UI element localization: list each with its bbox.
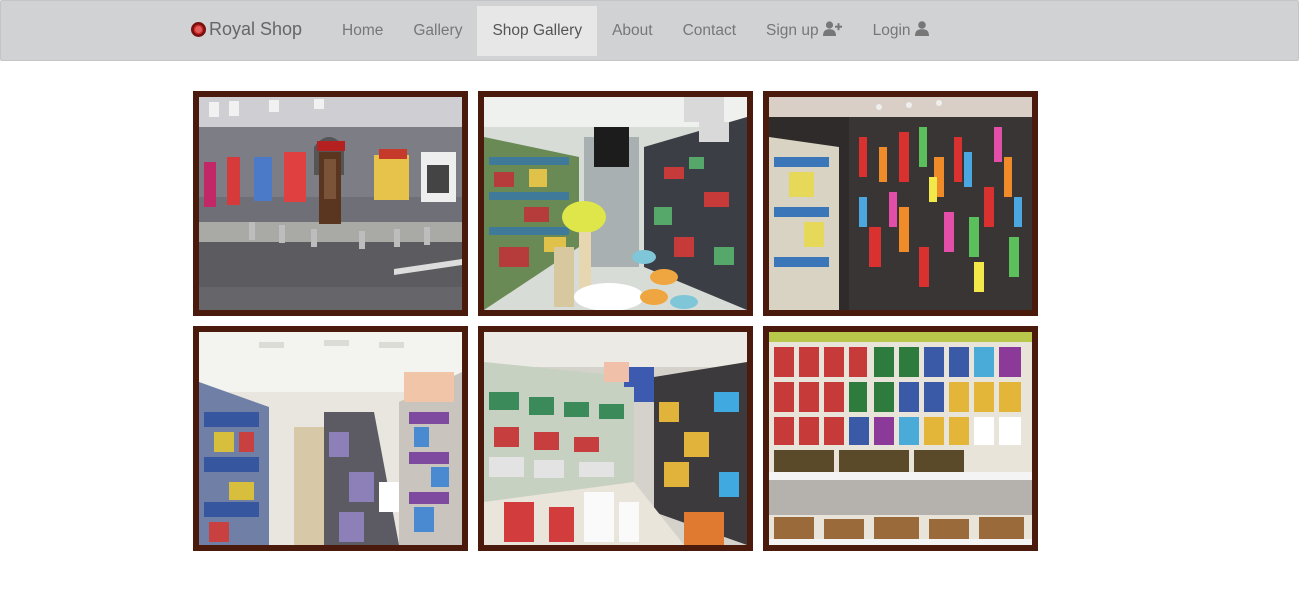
nav-item-contact[interactable]: Contact: [668, 6, 751, 56]
nav-menu: Home Gallery Shop Gallery About Contact …: [327, 6, 944, 56]
user-plus-icon: [822, 21, 843, 41]
nav-item-label: Gallery: [413, 22, 463, 39]
nav-item-login[interactable]: Login: [858, 6, 944, 56]
pet-toys-wall-image: [769, 97, 1032, 310]
nav-item-gallery[interactable]: Gallery: [398, 6, 477, 56]
nav-item-label: Shop Gallery: [492, 22, 583, 39]
gallery-photo-pet-toys-wall[interactable]: [763, 91, 1038, 316]
nav-item-label: About: [612, 22, 653, 39]
gallery-photo-shop-aisle-food[interactable]: [193, 326, 468, 551]
user-icon: [914, 21, 929, 41]
brand-name: Royal Shop: [209, 19, 303, 39]
nav-item-home[interactable]: Home: [327, 6, 398, 56]
brand-logo-icon: [191, 22, 206, 37]
navbar: Royal Shop Home Gallery Shop Gallery Abo…: [0, 0, 1299, 61]
gallery-photo-shop-exterior[interactable]: [193, 91, 468, 316]
nav-item-label: Home: [342, 22, 384, 39]
gallery-photo-shop-aisle-toys[interactable]: [478, 91, 753, 316]
nav-item-shop-gallery[interactable]: Shop Gallery: [477, 6, 598, 56]
shop-aisle-food-image: [199, 332, 462, 545]
shop-aisle-shelves-image: [484, 332, 747, 545]
nav-item-signup[interactable]: Sign up: [751, 6, 858, 56]
shop-aisle-toys-image: [484, 97, 747, 310]
nav-item-about[interactable]: About: [597, 6, 668, 56]
treats-display-image: [769, 332, 1032, 545]
shop-exterior-image: [199, 97, 462, 310]
nav-item-label: Login: [872, 22, 911, 39]
brand-link[interactable]: Royal Shop: [191, 19, 302, 40]
gallery-photo-treats-display[interactable]: [763, 326, 1038, 551]
nav-item-label: Sign up: [766, 22, 819, 39]
nav-item-label: Contact: [682, 22, 737, 39]
gallery-photo-shop-aisle-shelves[interactable]: [478, 326, 753, 551]
